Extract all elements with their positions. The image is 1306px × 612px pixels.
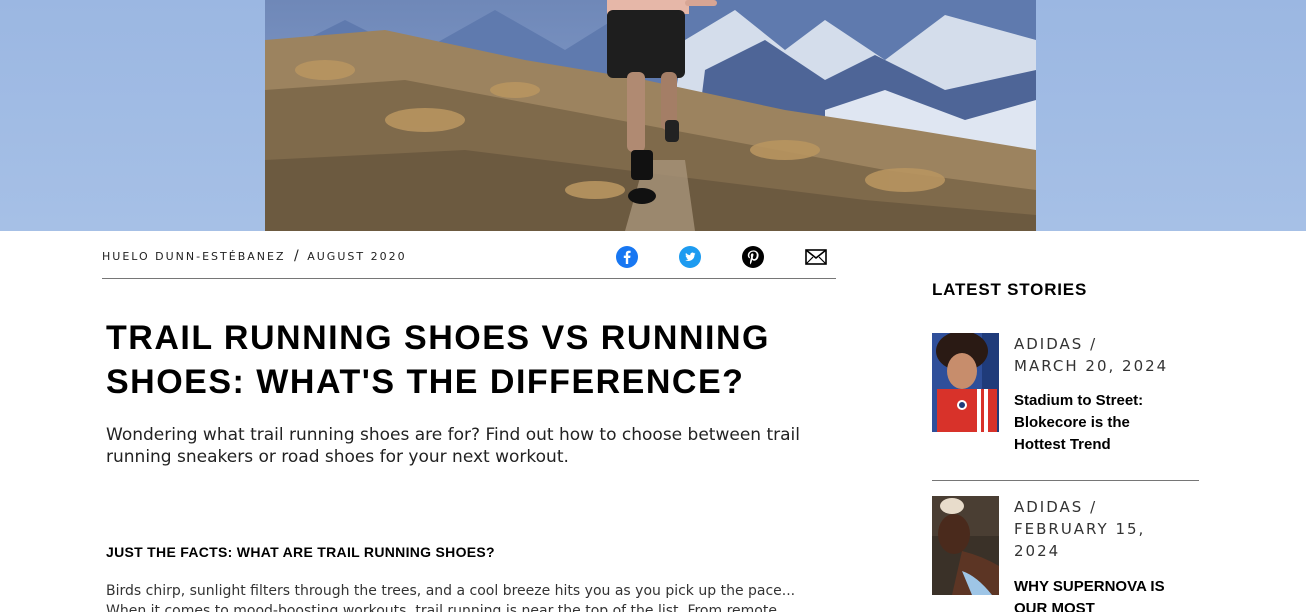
latest-stories-heading: LATEST STORIES [932, 280, 1088, 299]
article-lede: Wondering what trail running shoes are f… [106, 425, 800, 467]
story-card[interactable]: ADIDAS / FEBRUARY 15, 2024 WHY SUPERNOVA… [932, 496, 1199, 612]
story-thumbnail-image [932, 333, 999, 432]
story-title[interactable]: Stadium to Street: Blokecore is the Hott… [1014, 390, 1174, 456]
author-name[interactable]: HUELO DUNN-ESTÉBANEZ [102, 250, 286, 263]
story-source: ADIDAS / [1014, 335, 1098, 353]
story-divider [932, 480, 1199, 481]
story-title[interactable]: WHY SUPERNOVA IS OUR MOST [1014, 576, 1174, 612]
hero-image-illustration [265, 0, 1036, 231]
article-meta-row: HUELO DUNN-ESTÉBANEZ / AUGUST 2020 [102, 231, 836, 279]
twitter-share-button[interactable] [678, 245, 702, 269]
story-source: ADIDAS / [1014, 498, 1098, 516]
story-meta: ADIDAS / MARCH 20, 2024 [1014, 333, 1194, 377]
story-thumbnail[interactable] [932, 333, 999, 432]
hero-banner [0, 0, 1306, 231]
email-icon [805, 249, 827, 265]
section-heading: JUST THE FACTS: WHAT ARE TRAIL RUNNING S… [106, 544, 495, 560]
facebook-icon [616, 246, 638, 268]
story-date: FEBRUARY 15, 2024 [1014, 520, 1146, 560]
publish-date: AUGUST 2020 [307, 250, 407, 263]
story-thumbnail[interactable] [932, 496, 999, 595]
article-body-text: Birds chirp, sunlight filters through th… [106, 583, 796, 612]
story-meta: ADIDAS / FEBRUARY 15, 2024 [1014, 496, 1194, 562]
article-title: TRAIL RUNNING SHOES VS RUNNING SHOES: WH… [106, 319, 770, 401]
hero-image [265, 0, 1036, 231]
byline-separator: / [294, 248, 299, 264]
story-card[interactable]: ADIDAS / MARCH 20, 2024 Stadium to Stree… [932, 333, 1199, 463]
email-share-button[interactable] [804, 245, 828, 269]
byline: HUELO DUNN-ESTÉBANEZ / AUGUST 2020 [102, 248, 407, 264]
story-date: MARCH 20, 2024 [1014, 357, 1169, 375]
facebook-share-button[interactable] [615, 245, 639, 269]
pinterest-share-button[interactable] [741, 245, 765, 269]
twitter-icon [679, 246, 701, 268]
pinterest-icon [742, 246, 764, 268]
story-thumbnail-image [932, 496, 999, 595]
